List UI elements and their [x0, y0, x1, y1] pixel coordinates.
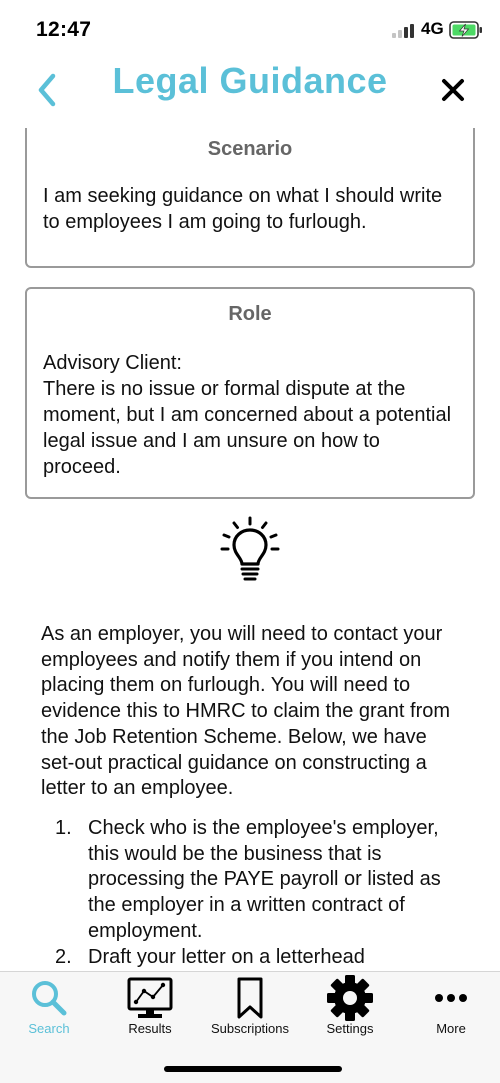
close-button[interactable] — [436, 73, 470, 107]
scenario-text: I am seeking guidance on what I should w… — [43, 185, 443, 233]
more-dots-icon — [435, 994, 467, 1002]
guidance-content[interactable]: Scenario I am seeking guidance on what I… — [0, 128, 500, 971]
tab-label-more: More — [436, 1021, 466, 1036]
status-time: 12:47 — [36, 18, 92, 41]
signal-strength-icon — [392, 22, 418, 38]
role-type: Advisory Client: — [43, 352, 182, 374]
guidance-intro: As an employer, you will need to contact… — [41, 623, 451, 800]
step-number: 1. — [55, 817, 72, 839]
status-bar: 12:47 4G — [0, 0, 500, 56]
scenario-title: Scenario — [207, 138, 293, 160]
tab-results[interactable]: Results — [101, 972, 199, 1046]
battery-charging-icon — [449, 21, 482, 39]
gear-icon — [327, 975, 373, 1021]
step-text: Check who is the employee's employer, th… — [88, 817, 441, 942]
tab-bar: Search Results Subscriptions Settings Mo… — [0, 971, 500, 1083]
list-item: 2. Draft your letter on a letterhead — [41, 945, 461, 971]
close-icon — [442, 79, 464, 101]
navigation-header: Legal Guidance — [0, 56, 500, 128]
tab-label-settings: Settings — [326, 1021, 374, 1036]
role-card: Role Advisory Client: There is no issue … — [25, 287, 475, 499]
guidance-steps: 1. Check who is the employee's employer,… — [41, 816, 461, 970]
role-title: Role — [228, 303, 272, 325]
tab-search[interactable]: Search — [0, 972, 98, 1046]
page-title: Legal Guidance — [112, 60, 388, 101]
network-type: 4G — [421, 19, 444, 38]
tab-settings[interactable]: Settings — [301, 972, 399, 1046]
tab-label-results: Results — [128, 1021, 172, 1036]
tab-label-search: Search — [28, 1021, 70, 1036]
tab-label-subscriptions: Subscriptions — [210, 1021, 290, 1036]
list-item: 1. Check who is the employee's employer,… — [41, 816, 461, 945]
scenario-card: Scenario I am seeking guidance on what I… — [25, 128, 475, 268]
bookmark-icon — [237, 977, 263, 1019]
search-icon — [32, 981, 67, 1016]
results-chart-icon — [127, 977, 173, 1018]
tab-subscriptions[interactable]: Subscriptions — [200, 972, 300, 1046]
step-number: 2. — [55, 945, 72, 968]
lightbulb-icon — [220, 516, 280, 581]
role-description: There is no issue or formal dispute at t… — [43, 378, 452, 478]
step-text: Draft your letter on a letterhead — [88, 945, 365, 968]
tab-more[interactable]: More — [402, 972, 500, 1046]
role-text: Advisory Client: There is no issue or fo… — [27, 350, 473, 480]
home-indicator[interactable] — [164, 1066, 342, 1072]
